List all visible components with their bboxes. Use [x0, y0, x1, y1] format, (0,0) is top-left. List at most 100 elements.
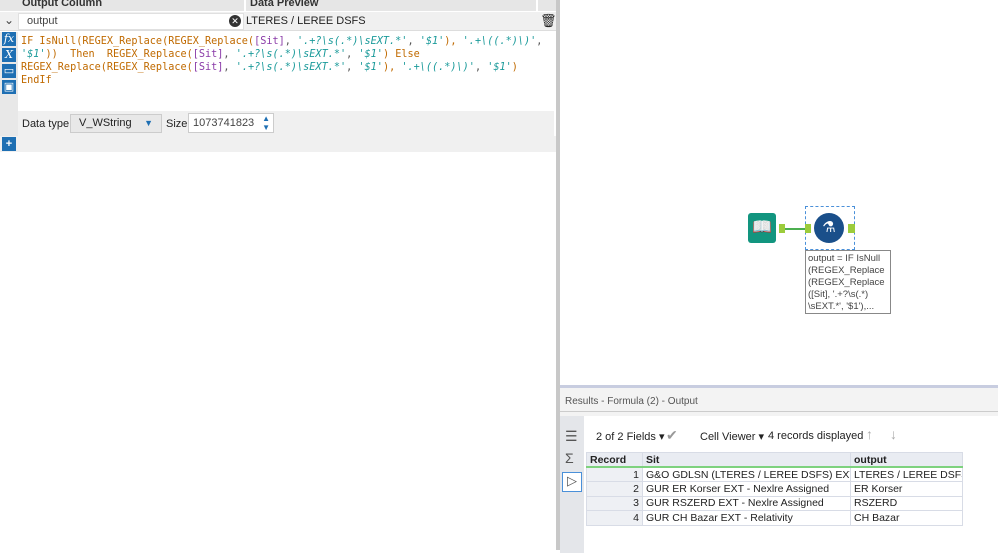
formula-editor[interactable]: IF IsNull(REGEX_Replace(REGEX_Replace([S…: [18, 32, 554, 110]
arrow-down-icon[interactable]: ↓: [890, 426, 897, 442]
formula-token: IF IsNull(REGEX_Replace(REGEX_Replace(: [21, 36, 255, 47]
formula-token: ),: [382, 62, 402, 73]
formula-tool-flask-icon[interactable]: ⚗: [814, 213, 844, 243]
add-expression-button[interactable]: +: [2, 137, 16, 151]
formula-output-anchor[interactable]: [848, 224, 855, 233]
results-panel: Results - Formula (2) - Output ☰ Σ ▷ 2 o…: [560, 385, 998, 553]
formula-token: '.+?\s(.*)\sEXT.*': [297, 36, 408, 47]
cell-viewer-label: Cell Viewer: [700, 431, 756, 443]
formula-token: '.+?\s(.*)\sEXT.*': [235, 49, 347, 60]
formula-line: REGEX_Replace(REGEX_Replace([Sit], '.+?\…: [21, 61, 551, 74]
formula-token: )) Then REGEX_Replace(: [45, 49, 193, 60]
table-row[interactable]: 2 GUR ER Korser EXT - Nexlre Assigned ER K…: [586, 481, 963, 497]
cell-viewer-dropdown[interactable]: Cell Viewer ▾: [700, 430, 764, 443]
formula-line: '$1')) Then REGEX_Replace([Sit], '.+?\s(…: [21, 48, 551, 61]
table-cell[interactable]: 1: [586, 466, 643, 482]
formula-token: '.+\((.*)\)': [462, 36, 537, 47]
formula-token: '$1': [358, 62, 383, 73]
results-toolbar: 2 of 2 Fields ▾ ✔ Cell Viewer ▾ 4 record…: [584, 416, 998, 450]
formula-token: ,: [223, 49, 236, 60]
formula-token: [Sit]: [192, 49, 224, 60]
table-cell[interactable]: 3: [586, 495, 643, 511]
results-table: Record Sit output 1 G&O GDLSN (LTERES / LER…: [586, 452, 963, 526]
expression-row: ⌄ output ✕ LTERES / LEREE DSFS 🗑: [0, 12, 557, 31]
fields-dropdown[interactable]: 2 of 2 Fields ▾: [596, 430, 665, 443]
table-view-icon[interactable]: ☰: [565, 428, 578, 445]
dropdown-arrow-icon: ▼: [144, 118, 153, 128]
tag-view-icon[interactable]: ▷: [562, 472, 582, 492]
output-column-input[interactable]: output: [18, 13, 244, 30]
save-icon[interactable]: ▣: [2, 80, 16, 94]
apply-check-icon[interactable]: ✔: [666, 427, 678, 444]
formula-token: ,: [284, 36, 298, 47]
formula-toolbar: fx X ▭ ▣: [0, 32, 18, 152]
sum-icon[interactable]: Σ: [565, 450, 574, 466]
formula-line: IF IsNull(REGEX_Replace(REGEX_Replace([S…: [21, 35, 551, 48]
table-row[interactable]: 3 GUR RSZERD EXT - Nexlre Assigned RSZERD: [586, 495, 963, 511]
formula-token: ,: [346, 62, 359, 73]
input-anchor[interactable]: [805, 224, 811, 233]
formula-token: '$1': [358, 49, 383, 60]
function-fx-icon[interactable]: fx: [2, 32, 16, 46]
formula-token: '.+\((.*)\)': [401, 62, 475, 73]
table-cell[interactable]: GUR RSZERD EXT - Nexlre Assigned: [642, 495, 851, 511]
formula-token: EndIf: [21, 75, 52, 86]
formula-token: '.+?\s(.*)\sEXT.*': [235, 62, 347, 73]
clear-icon[interactable]: ✕: [229, 15, 241, 27]
formula-token: ,: [407, 36, 420, 47]
stepper-icon[interactable]: ▲ ▼: [262, 114, 270, 132]
data-type-row: Data type: V_WString ▼ Size: 1073741823 ▲ ▼: [18, 111, 554, 136]
open-folder-icon[interactable]: ▭: [2, 64, 16, 78]
formula-token: ): [511, 62, 518, 73]
data-type-value: V_WString: [79, 117, 132, 129]
arrow-up-icon[interactable]: ↑: [866, 426, 873, 442]
collapse-chevron-icon[interactable]: ⌄: [4, 13, 14, 27]
formula-token: ,: [474, 62, 488, 73]
delete-trash-icon[interactable]: 🗑: [540, 13, 557, 29]
formula-token: ,: [536, 36, 543, 47]
table-cell[interactable]: RSZERD: [850, 495, 963, 511]
tool-annotation: output = IF IsNull (REGEX_Replace (REGEX…: [805, 250, 891, 314]
column-header-output[interactable]: output: [850, 452, 963, 468]
table-cell[interactable]: G&O GDLSN (LTERES / LEREE DSFS) EXT - Ne…: [642, 466, 851, 482]
table-cell[interactable]: LTERES / LEREE DSFS: [850, 466, 963, 482]
table-cell[interactable]: ER Korser: [850, 481, 963, 497]
header-data-preview: Data Preview: [246, 0, 536, 11]
results-title: Results - Formula (2) - Output: [560, 388, 998, 412]
results-side-toolbar: ☰ Σ ▷: [560, 416, 584, 553]
column-header-sit[interactable]: Sit: [642, 452, 851, 468]
data-preview-value: LTERES / LEREE DSFS: [246, 15, 366, 27]
formula-token: '$1': [487, 62, 512, 73]
size-value: 1073741823: [193, 117, 255, 129]
fields-label: 2 of 2 Fields: [596, 431, 656, 443]
formula-token: ) Else: [382, 49, 420, 60]
formula-token: ),: [444, 36, 463, 47]
header-spacer: [538, 0, 556, 11]
header-output-column: Output Column: [0, 0, 244, 11]
table-cell[interactable]: 2: [586, 481, 643, 497]
table-cell[interactable]: 4: [586, 510, 643, 526]
results-grid-area: Record Sit output 1 G&O GDLSN (LTERES / LER…: [584, 450, 998, 553]
data-type-select[interactable]: V_WString ▼: [70, 114, 162, 133]
input-data-tool-book-icon[interactable]: 📖: [748, 213, 776, 243]
table-row[interactable]: 4 GUR CH Bazar EXT - Relativity CH Bazar: [586, 510, 963, 526]
formula-token: [Sit]: [192, 62, 224, 73]
table-cell[interactable]: CH Bazar: [850, 510, 963, 526]
connection-line: [785, 228, 805, 230]
data-type-label: Data type:: [22, 118, 73, 130]
formula-token: '$1': [21, 49, 46, 60]
size-label: Size:: [166, 118, 191, 130]
workflow-canvas[interactable]: 📖 ⚗ output = IF IsNull (REGEX_Replace (R…: [560, 0, 998, 385]
table-cell[interactable]: GUR CH Bazar EXT - Relativity: [642, 510, 851, 526]
variable-x-icon[interactable]: X: [2, 48, 16, 62]
formula-token: [Sit]: [254, 36, 285, 47]
formula-token: ,: [346, 49, 359, 60]
formula-token: REGEX_Replace(REGEX_Replace(: [21, 62, 193, 73]
size-input[interactable]: 1073741823 ▲ ▼: [188, 113, 274, 133]
formula-token: '$1': [419, 36, 445, 47]
formula-line: EndIf: [21, 74, 551, 87]
column-header-record[interactable]: Record: [586, 452, 643, 468]
table-row[interactable]: 1G&O GDLSN (LTERES / LEREE DSFS) EXT - N…: [586, 466, 963, 482]
table-cell[interactable]: GUR ER Korser EXT - Nexlre Assigned: [642, 481, 851, 497]
add-row: +: [0, 136, 556, 152]
